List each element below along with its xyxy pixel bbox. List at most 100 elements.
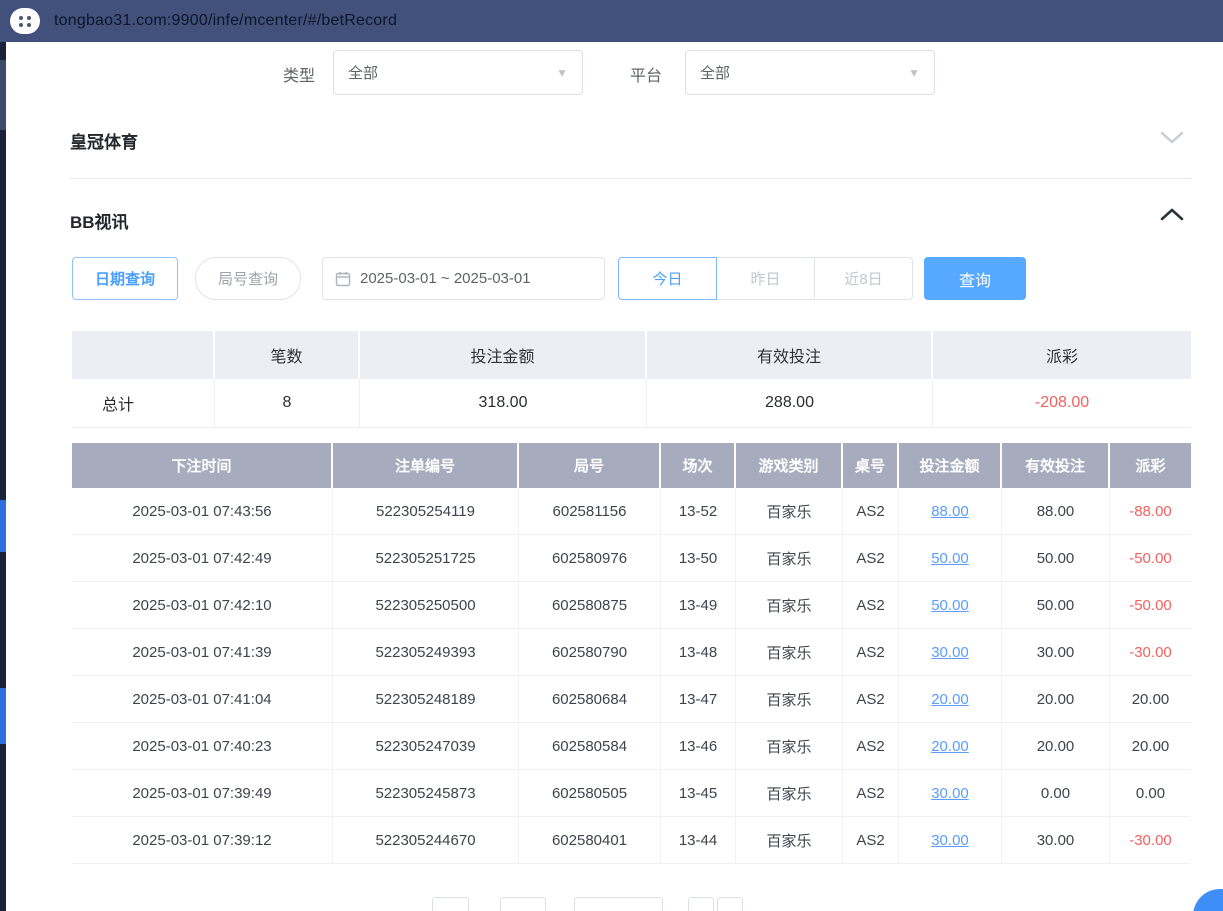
today-button[interactable]: 今日 xyxy=(618,257,717,300)
summary-total-count: 8 xyxy=(215,379,360,427)
header-table-no: 桌号 xyxy=(843,443,899,488)
site-info-button[interactable] xyxy=(10,8,40,34)
table-no-cell: AS2 xyxy=(843,723,899,769)
platform-filter-select[interactable]: 全部 ▼ xyxy=(685,50,935,95)
summary-total-label: 总计 xyxy=(72,379,215,427)
chevron-down-icon[interactable] xyxy=(1158,128,1186,146)
table-row: 2025-03-01 07:39:49 522305245873 6025805… xyxy=(72,770,1191,817)
platform-filter-label: 平台 xyxy=(630,62,662,86)
round-no-cell: 602580875 xyxy=(519,582,661,628)
table-row: 2025-03-01 07:40:23 522305247039 6025805… xyxy=(72,723,1191,770)
pagination-page-button[interactable] xyxy=(500,897,546,911)
valid-bet-cell: 20.00 xyxy=(1002,676,1110,722)
bet-amount-link[interactable]: 20.00 xyxy=(931,691,969,708)
bet-no-cell: 522305254119 xyxy=(333,488,519,534)
header-game-type: 游戏类别 xyxy=(736,443,843,488)
type-filter-label: 类型 xyxy=(283,62,315,86)
pagination-size-select[interactable] xyxy=(574,897,663,911)
table-no-cell: AS2 xyxy=(843,676,899,722)
last-8-days-button[interactable]: 近8日 xyxy=(814,257,913,300)
type-filter-value: 全部 xyxy=(348,62,378,83)
round-no-cell: 602580584 xyxy=(519,723,661,769)
session-cell: 13-49 xyxy=(661,582,736,628)
table-row: 2025-03-01 07:42:49 522305251725 6025809… xyxy=(72,535,1191,582)
bet-no-cell: 522305245873 xyxy=(333,770,519,816)
game-type-cell: 百家乐 xyxy=(736,629,843,675)
bet-no-cell: 522305249393 xyxy=(333,629,519,675)
table-no-cell: AS2 xyxy=(843,629,899,675)
pagination-next-button[interactable] xyxy=(688,897,714,911)
bet-amount-link[interactable]: 20.00 xyxy=(931,738,969,755)
bet-amount-link[interactable]: 88.00 xyxy=(931,503,969,520)
summary-header-count: 笔数 xyxy=(215,331,360,379)
section-crown-sports: 皇冠体育 xyxy=(70,128,138,153)
header-valid-bet: 有效投注 xyxy=(1002,443,1110,488)
summary-total-payout: -208.00 xyxy=(933,379,1191,427)
section-bb-video: BB视讯 xyxy=(70,208,129,233)
bet-amount-link[interactable]: 30.00 xyxy=(931,785,969,802)
payout-cell: -50.00 xyxy=(1110,582,1191,628)
session-cell: 13-50 xyxy=(661,535,736,581)
calendar-icon xyxy=(335,271,351,287)
search-button[interactable]: 查询 xyxy=(924,257,1026,300)
table-row: 2025-03-01 07:43:56 522305254119 6025811… xyxy=(72,488,1191,535)
game-type-cell: 百家乐 xyxy=(736,582,843,628)
browser-url-bar: tongbao31.com:9900/infe/mcenter/#/betRec… xyxy=(0,0,1223,42)
header-session: 场次 xyxy=(661,443,736,488)
bet-amount-link[interactable]: 50.00 xyxy=(931,597,969,614)
session-cell: 13-48 xyxy=(661,629,736,675)
bet-no-cell: 522305247039 xyxy=(333,723,519,769)
platform-filter-value: 全部 xyxy=(700,62,730,83)
quick-range-group: 今日 昨日 近8日 xyxy=(618,257,913,300)
round-no-cell: 602580684 xyxy=(519,676,661,722)
bet-record-page: tongbao31.com:9900/infe/mcenter/#/betRec… xyxy=(0,0,1223,911)
bet-time-cell: 2025-03-01 07:39:49 xyxy=(72,770,333,816)
table-row: 2025-03-01 07:39:12 522305244670 6025804… xyxy=(72,817,1191,864)
table-no-cell: AS2 xyxy=(843,582,899,628)
address-url[interactable]: tongbao31.com:9900/infe/mcenter/#/betRec… xyxy=(54,12,397,30)
pagination-prev-button[interactable] xyxy=(432,897,469,911)
bet-time-cell: 2025-03-01 07:40:23 xyxy=(72,723,333,769)
pagination-jump-button[interactable] xyxy=(717,897,743,911)
round-no-cell: 602580401 xyxy=(519,817,661,863)
header-round-no: 局号 xyxy=(519,443,661,488)
session-cell: 13-46 xyxy=(661,723,736,769)
chevron-up-icon[interactable] xyxy=(1158,206,1186,224)
table-no-cell: AS2 xyxy=(843,817,899,863)
round-no-cell: 602581156 xyxy=(519,488,661,534)
date-range-value: 2025-03-01 ~ 2025-03-01 xyxy=(360,270,531,287)
bet-records-table: 下注时间 注单编号 局号 场次 游戏类别 桌号 投注金额 有效投注 派彩 202… xyxy=(72,443,1191,864)
header-bet-no: 注单编号 xyxy=(333,443,519,488)
bet-no-cell: 522305244670 xyxy=(333,817,519,863)
summary-total-valid-bet: 288.00 xyxy=(647,379,933,427)
valid-bet-cell: 50.00 xyxy=(1002,582,1110,628)
site-settings-icon xyxy=(19,16,32,27)
valid-bet-cell: 30.00 xyxy=(1002,817,1110,863)
valid-bet-cell: 50.00 xyxy=(1002,535,1110,581)
summary-header-valid-bet: 有效投注 xyxy=(647,331,933,379)
yesterday-button[interactable]: 昨日 xyxy=(716,257,815,300)
payout-cell: -50.00 xyxy=(1110,535,1191,581)
round-query-tab[interactable]: 局号查询 xyxy=(195,257,301,300)
session-cell: 13-47 xyxy=(661,676,736,722)
header-bet-amount: 投注金额 xyxy=(899,443,1002,488)
summary-table: 笔数 投注金额 有效投注 派彩 总计 8 318.00 288.00 -208.… xyxy=(72,331,1191,428)
bet-no-cell: 522305250500 xyxy=(333,582,519,628)
bet-amount-link[interactable]: 50.00 xyxy=(931,550,969,567)
chevron-down-icon: ▼ xyxy=(556,66,568,80)
session-cell: 13-44 xyxy=(661,817,736,863)
date-query-tab[interactable]: 日期查询 xyxy=(72,257,178,300)
table-no-cell: AS2 xyxy=(843,535,899,581)
table-no-cell: AS2 xyxy=(843,488,899,534)
bet-amount-link[interactable]: 30.00 xyxy=(931,644,969,661)
game-type-cell: 百家乐 xyxy=(736,676,843,722)
bet-amount-link[interactable]: 30.00 xyxy=(931,832,969,849)
floating-service-button[interactable] xyxy=(1193,889,1223,911)
valid-bet-cell: 20.00 xyxy=(1002,723,1110,769)
round-no-cell: 602580505 xyxy=(519,770,661,816)
background-page-edge xyxy=(0,42,6,911)
type-filter-select[interactable]: 全部 ▼ xyxy=(333,50,583,95)
chevron-down-icon: ▼ xyxy=(908,66,920,80)
header-payout: 派彩 xyxy=(1110,443,1191,488)
date-range-picker[interactable]: 2025-03-01 ~ 2025-03-01 xyxy=(322,257,605,300)
